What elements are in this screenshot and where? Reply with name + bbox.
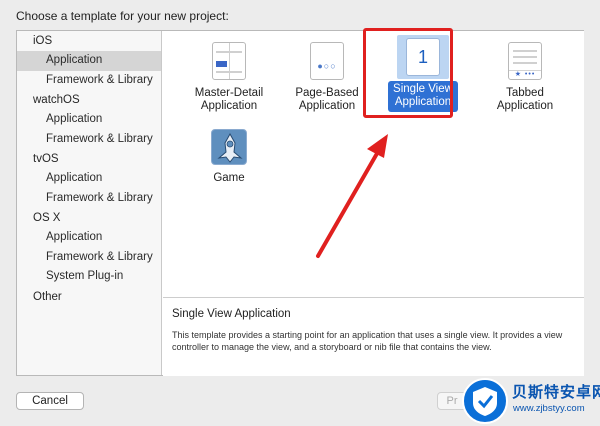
watermark: 贝斯特安卓网 www.zjbstyy.com: [462, 376, 600, 426]
watermark-logo-icon: [462, 378, 508, 424]
cancel-button[interactable]: Cancel: [16, 392, 84, 410]
watermark-title: 贝斯特安卓网: [512, 384, 600, 401]
watermark-url: www.zjbstyy.com: [513, 403, 585, 414]
annotation-arrow-icon: [316, 134, 388, 258]
